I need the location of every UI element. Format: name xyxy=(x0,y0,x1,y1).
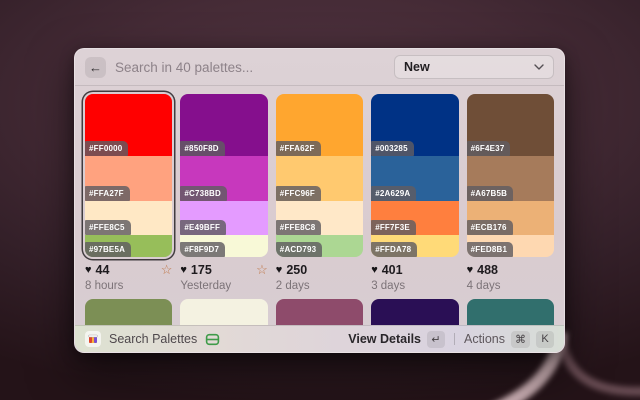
hex-code-label: #FF0000 xyxy=(85,141,128,156)
grid-view-icon xyxy=(205,332,220,347)
color-swatch[interactable]: #C738BD xyxy=(180,156,267,201)
likes-count: 44 xyxy=(96,263,110,277)
hex-code-label: #FFC96F xyxy=(276,186,321,201)
star-icon[interactable]: ☆ xyxy=(161,264,173,276)
swatch-stack: #003285 #2A629A #FF7F3E #FFDA78 xyxy=(371,94,458,257)
palette-grid: #FF0000 #FFA27F #FFE8C5 #97BE5A ♥ 44 ☆ 8 ho… xyxy=(85,94,554,292)
likes-count: 175 xyxy=(191,263,212,277)
likes-count: 401 xyxy=(382,263,403,277)
hex-code-label: #FFE8C5 xyxy=(85,220,131,235)
color-swatch[interactable]: #ACD793 xyxy=(276,235,363,257)
timestamp: 8 hours xyxy=(85,280,172,292)
header: ← New xyxy=(75,49,564,86)
footer-divider xyxy=(454,333,455,345)
color-swatch[interactable]: #FFE8C8 xyxy=(276,201,363,235)
swatch-stack: #850F8D #C738BD #E49BFF #F8F9D7 xyxy=(180,94,267,257)
color-swatch[interactable]: #003285 xyxy=(371,94,458,156)
hex-code-label: #F8F9D7 xyxy=(180,242,225,257)
palette-item[interactable]: #FF0000 #FFA27F #FFE8C5 #97BE5A ♥ 44 ☆ 8 ho… xyxy=(85,94,172,292)
filter-dropdown[interactable]: New xyxy=(394,55,554,79)
hex-code-label: #FFA27F xyxy=(85,186,130,201)
color-swatch[interactable]: #97BE5A xyxy=(85,235,172,257)
swatch-stack: #FF0000 #FFA27F #FFE8C5 #97BE5A xyxy=(85,94,172,257)
palette-item[interactable]: #003285 #2A629A #FF7F3E #FFDA78 ♥ 401 ☆ 3 d… xyxy=(371,94,458,292)
palette-meta: ♥ 250 ☆ 2 days xyxy=(276,263,363,292)
palette-card[interactable]: #FFA62F #FFC96F #FFE8C8 #ACD793 xyxy=(276,94,363,257)
palette-item[interactable]: #850F8D #C738BD #E49BFF #F8F9D7 ♥ 175 ☆ Yes… xyxy=(180,94,267,292)
search-input[interactable] xyxy=(115,60,394,75)
palette-card[interactable]: #FF0000 #FFA27F #FFE8C5 #97BE5A xyxy=(85,94,172,257)
palette-meta: ♥ 401 ☆ 3 days xyxy=(371,263,458,292)
palette-card[interactable]: #850F8D #C738BD #E49BFF #F8F9D7 xyxy=(180,94,267,257)
hex-code-label: #6F4E37 xyxy=(467,141,511,156)
color-swatch[interactable]: #2A629A xyxy=(371,156,458,201)
color-swatch[interactable]: #A67B5B xyxy=(467,156,554,201)
timestamp: 2 days xyxy=(276,280,363,292)
enter-key-icon: ↵ xyxy=(427,331,445,348)
back-button[interactable]: ← xyxy=(85,57,106,78)
swatch-stack: #6F4E37 #A67B5B #ECB176 #FED8B1 xyxy=(467,94,554,257)
actions-button[interactable]: Actions xyxy=(464,332,505,346)
color-swatch[interactable]: #FED8B1 xyxy=(467,235,554,257)
heart-icon: ♥ xyxy=(467,264,474,276)
color-swatch[interactable]: #ECB176 xyxy=(467,201,554,235)
timestamp: 4 days xyxy=(467,280,554,292)
heart-icon: ♥ xyxy=(371,264,378,276)
hex-code-label: #FFA62F xyxy=(276,141,321,156)
filter-dropdown-value: New xyxy=(404,60,534,74)
palette-item[interactable]: #6F4E37 #A67B5B #ECB176 #FED8B1 ♥ 488 ☆ 4 d… xyxy=(467,94,554,292)
palette-card[interactable]: #003285 #2A629A #FF7F3E #FFDA78 xyxy=(371,94,458,257)
back-arrow-icon: ← xyxy=(89,60,102,75)
hex-code-label: #ACD793 xyxy=(276,242,323,257)
likes-count: 250 xyxy=(286,263,307,277)
color-swatch[interactable]: #FFE8C5 xyxy=(85,201,172,235)
cmd-key-icon: ⌘ xyxy=(511,331,530,348)
swatch-stack: #FFA62F #FFC96F #FFE8C8 #ACD793 xyxy=(276,94,363,257)
color-swatch[interactable]: #FFC96F xyxy=(276,156,363,201)
hex-code-label: #FF7F3E xyxy=(371,220,416,235)
color-swatch[interactable]: #FF7F3E xyxy=(371,201,458,235)
color-swatch[interactable]: #FFA62F xyxy=(276,94,363,156)
heart-icon: ♥ xyxy=(276,264,283,276)
command-title: Search Palettes xyxy=(109,332,197,346)
hex-code-label: #E49BFF xyxy=(180,220,226,235)
palette-app-window: ← New #FF0000 #FFA27F #FFE8C5 #97BE5A ♥ 44 … xyxy=(74,48,565,353)
k-key-icon: K xyxy=(536,331,554,348)
chevron-down-icon xyxy=(534,64,544,70)
likes-count: 488 xyxy=(477,263,498,277)
heart-icon: ♥ xyxy=(180,264,187,276)
footer-bar: Search Palettes View Details ↵ Actions ⌘… xyxy=(75,325,564,352)
color-swatch[interactable]: #FF0000 xyxy=(85,94,172,156)
color-swatch[interactable]: #FFA27F xyxy=(85,156,172,201)
palette-meta: ♥ 175 ☆ Yesterday xyxy=(180,263,267,292)
color-swatch[interactable]: #F8F9D7 xyxy=(180,235,267,257)
heart-icon: ♥ xyxy=(85,264,92,276)
hex-code-label: #ECB176 xyxy=(467,220,513,235)
view-details-button[interactable]: View Details xyxy=(348,332,421,346)
hex-code-label: #97BE5A xyxy=(85,242,131,257)
color-swatch[interactable]: #E49BFF xyxy=(180,201,267,235)
hex-code-label: #850F8D xyxy=(180,141,224,156)
hex-code-label: #003285 xyxy=(371,141,414,156)
palette-card[interactable]: #6F4E37 #A67B5B #ECB176 #FED8B1 xyxy=(467,94,554,257)
hex-code-label: #FFE8C8 xyxy=(276,220,322,235)
hex-code-label: #FFDA78 xyxy=(371,242,417,257)
extension-logo-icon xyxy=(85,331,101,347)
palette-meta: ♥ 44 ☆ 8 hours xyxy=(85,263,172,292)
color-swatch[interactable]: #FFDA78 xyxy=(371,235,458,257)
palette-meta: ♥ 488 ☆ 4 days xyxy=(467,263,554,292)
palette-item[interactable]: #FFA62F #FFC96F #FFE8C8 #ACD793 ♥ 250 ☆ 2 d… xyxy=(276,94,363,292)
timestamp: Yesterday xyxy=(180,280,267,292)
desktop-background: { "header": { "back_label": "←", "search… xyxy=(0,0,640,400)
color-swatch[interactable]: #850F8D xyxy=(180,94,267,156)
hex-code-label: #2A629A xyxy=(371,186,416,201)
hex-code-label: #C738BD xyxy=(180,186,227,201)
content-area: #FF0000 #FFA27F #FFE8C5 #97BE5A ♥ 44 ☆ 8 ho… xyxy=(75,86,564,332)
hex-code-label: #A67B5B xyxy=(467,186,514,201)
timestamp: 3 days xyxy=(371,280,458,292)
color-swatch[interactable]: #6F4E37 xyxy=(467,94,554,156)
hex-code-label: #FED8B1 xyxy=(467,242,514,257)
star-icon[interactable]: ☆ xyxy=(256,264,268,276)
